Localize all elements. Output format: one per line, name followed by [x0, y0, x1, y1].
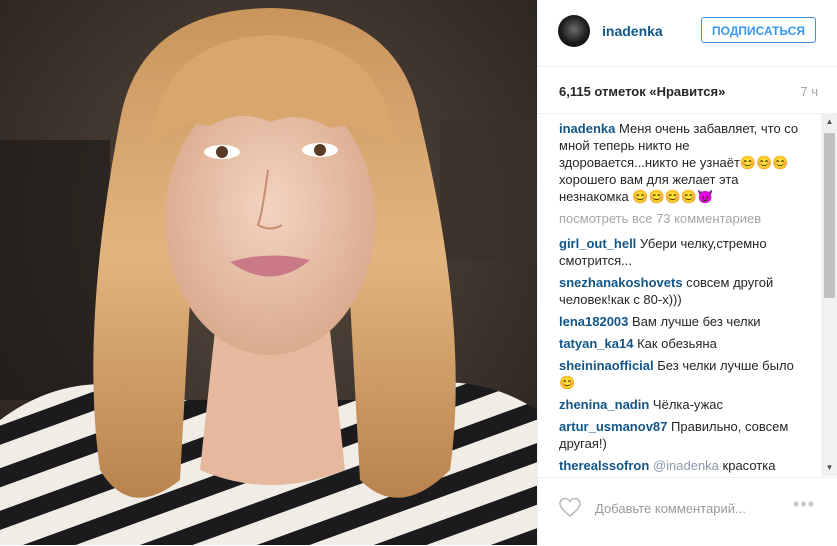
list-item: zhenina_nadin Чёлка-ужас: [559, 396, 811, 413]
post-footer: •••: [538, 477, 837, 546]
follow-button[interactable]: ПОДПИСАТЬСЯ: [701, 17, 816, 43]
caption: inadenka Меня очень забавляет, что со мн…: [559, 120, 811, 205]
post-photo: [0, 0, 537, 545]
view-all-comments-link[interactable]: посмотреть все 73 комментариев: [559, 210, 811, 227]
comment-username[interactable]: zhenina_nadin: [559, 397, 649, 412]
selfie-image: [0, 0, 537, 545]
avatar[interactable]: [558, 15, 590, 47]
likes-row: 6,115 отметок «Нравится» 7 ч: [538, 66, 837, 112]
list-item: artur_usmanov87 Правильно, совсем другая…: [559, 418, 811, 452]
comment-username[interactable]: lena182003: [559, 314, 628, 329]
comment-text: Чёлка-ужас: [652, 397, 724, 412]
comment-username[interactable]: girl_out_hell: [559, 236, 636, 251]
comment-text: Как обезьяна: [637, 336, 717, 351]
add-comment-input[interactable]: [593, 496, 782, 520]
more-options-icon[interactable]: •••: [793, 494, 815, 515]
list-item: snezhanakoshovets совсем другой человек!…: [559, 274, 811, 308]
scroll-thumb[interactable]: [824, 133, 835, 298]
comment-mention[interactable]: @inadenka: [653, 458, 719, 473]
post-header: inadenka ПОДПИСАТЬСЯ: [538, 0, 837, 67]
post-sidebar: inadenka ПОДПИСАТЬСЯ 6,115 отметок «Нрав…: [537, 0, 837, 545]
list-item: therealssofron @inadenka красотка никого…: [559, 457, 811, 477]
list-item: tatyan_ka14 Как обезьяна: [559, 335, 811, 352]
comment-username[interactable]: sheininaofficial: [559, 358, 654, 373]
list-item: sheininaofficial Без челки лучше было 😊: [559, 357, 811, 391]
post-username[interactable]: inadenka: [602, 23, 663, 39]
comment-username[interactable]: artur_usmanov87: [559, 419, 667, 434]
scroll-down-icon[interactable]: ▼: [821, 459, 837, 476]
list-item: lena182003 Вам лучше без челки: [559, 313, 811, 330]
scroll-up-icon[interactable]: ▲: [821, 113, 837, 130]
comment-text: Вам лучше без челки: [632, 314, 761, 329]
comment-username[interactable]: therealssofron: [559, 458, 649, 473]
post-time[interactable]: 7 ч: [800, 84, 818, 99]
comment-username[interactable]: snezhanakoshovets: [559, 275, 683, 290]
heart-icon[interactable]: [558, 495, 582, 519]
caption-username[interactable]: inadenka: [559, 121, 615, 136]
comment-username[interactable]: tatyan_ka14: [559, 336, 633, 351]
likes-count[interactable]: 6,115 отметок «Нравится»: [559, 84, 725, 99]
comments-scrollbar[interactable]: ▲ ▼: [821, 113, 837, 476]
list-item: girl_out_hell Убери челку,стремно смотри…: [559, 235, 811, 269]
comments-list: inadenka Меня очень забавляет, что со мн…: [538, 113, 837, 477]
